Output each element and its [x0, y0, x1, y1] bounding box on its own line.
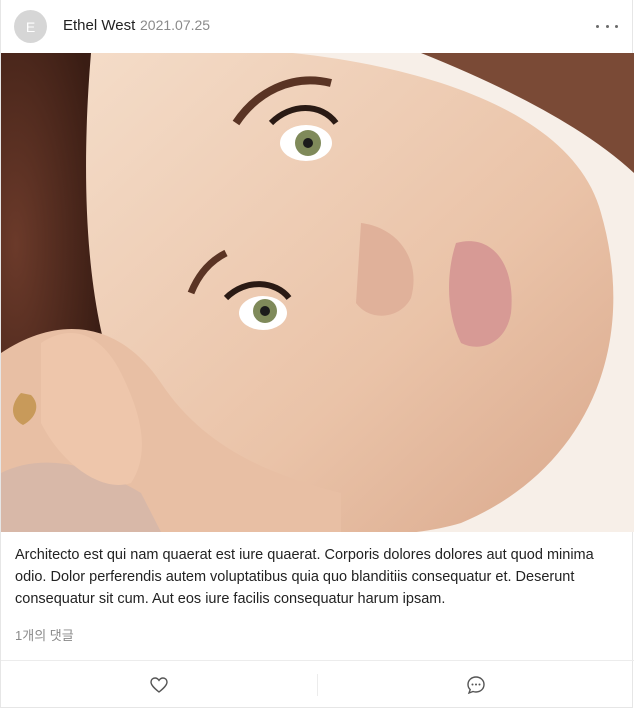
portrait-image: [1, 53, 634, 532]
comment-icon: [467, 676, 485, 695]
like-button[interactable]: [1, 661, 317, 709]
more-horizontal-icon: [596, 24, 599, 28]
more-options-button[interactable]: [596, 20, 618, 32]
post-header: E Ethel West 2021.07.25: [1, 0, 634, 53]
action-bar: [1, 660, 634, 709]
comment-button[interactable]: [318, 661, 634, 709]
avatar-initial: E: [25, 18, 36, 35]
heart-icon: [150, 677, 168, 693]
post-card: E Ethel West 2021.07.25 Architecto est q…: [0, 0, 634, 709]
comment-count[interactable]: 1개의 댓글: [15, 625, 74, 644]
post-photo[interactable]: [1, 53, 634, 532]
author-name[interactable]: Ethel West: [63, 17, 135, 34]
post-date: 2021.07.25: [140, 17, 211, 33]
post-body: Architecto est qui nam quaerat est iure …: [15, 547, 594, 607]
avatar[interactable]: E: [14, 10, 47, 43]
